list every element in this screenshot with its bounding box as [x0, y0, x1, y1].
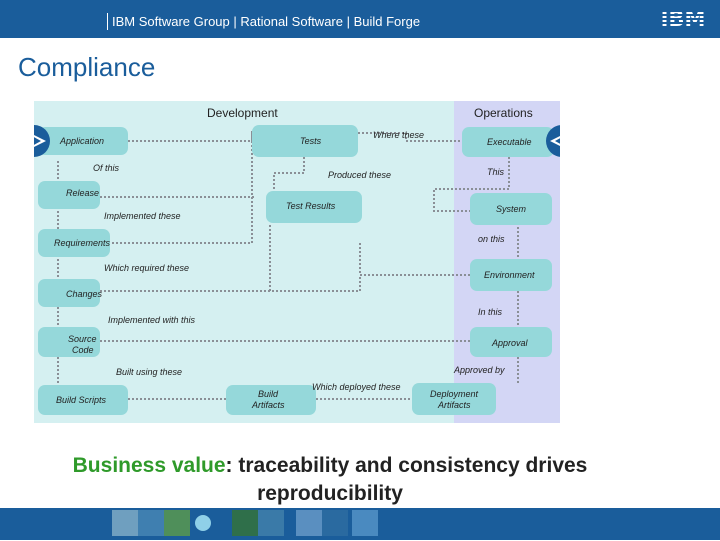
header-breadcrumb: IBM Software Group | Rational Software |… [106, 13, 421, 30]
footer-image-tiles [296, 510, 322, 536]
footer-image-figures [138, 510, 164, 536]
node-environment-label: Environment [484, 270, 535, 280]
edge-label-approved-by: Approved by [454, 365, 505, 375]
node-build-artifacts-label-2: Artifacts [252, 400, 285, 410]
node-deployment-artifacts-label-1: Deployment [430, 389, 479, 399]
node-changes-label: Changes [66, 289, 103, 299]
footer-image-building [322, 510, 348, 536]
node-test-results-label: Test Results [286, 201, 336, 211]
node-release-label: Release [66, 188, 100, 198]
edge-label-produced-these: Produced these [328, 170, 392, 180]
region-development-label: Development [207, 106, 278, 120]
node-requirements-label: Requirements [54, 238, 111, 248]
edge-label-built-using-these: Built using these [116, 367, 183, 377]
region-operations-label: Operations [474, 106, 533, 120]
business-value-text-2: reproducibility [257, 482, 403, 505]
edge-label-which-deployed-these: Which deployed these [312, 382, 401, 392]
node-executable-label: Executable [487, 137, 532, 147]
footer-image-people [112, 510, 138, 536]
node-application-label: Application [60, 136, 105, 146]
edge-label-implemented-with-this: Implemented with this [108, 315, 196, 325]
compliance-diagram: Development Operations Application Tests… [34, 101, 560, 423]
footer-image-city [258, 510, 284, 536]
footer-image-circle [190, 510, 216, 536]
footer-image-sky [352, 510, 378, 536]
edge-label-this: This [487, 167, 505, 177]
edge-label-where-these: Where these [373, 130, 425, 140]
node-deployment-artifacts [412, 383, 496, 415]
node-deployment-artifacts-label-2: Artifacts [438, 400, 471, 410]
node-build-scripts-label: Build Scripts [56, 395, 107, 405]
edge-label-in-this: In this [478, 307, 503, 317]
node-build-artifacts-label-1: Build [258, 389, 279, 399]
edge-label-on-this: on this [478, 234, 505, 244]
footer-image-leaves [164, 510, 190, 536]
edge-label-implemented-these: Implemented these [104, 211, 181, 221]
business-value-label: Business value [72, 454, 226, 477]
header-bar: IBM Software Group | Rational Software |… [0, 0, 720, 38]
business-value-statement: Business value: traceability and consist… [0, 452, 660, 508]
ibm-logo-text: IBM [661, 7, 706, 30]
footer-image-trees [232, 510, 258, 536]
edge-label-of-this: Of this [93, 163, 120, 173]
node-system-label: System [496, 204, 527, 214]
node-tests-label: Tests [300, 136, 322, 146]
page-title: Compliance [18, 52, 156, 82]
node-source-code-label-1: Source [68, 334, 97, 344]
node-source-code-label-2: Code [72, 345, 94, 355]
node-approval-label: Approval [492, 338, 528, 348]
business-value-line-1: Business value: traceability and consist… [0, 452, 660, 480]
business-value-text-1: : traceability and consistency drives [225, 454, 588, 477]
ibm-logo: IBM [661, 7, 706, 30]
edge-label-which-required-these: Which required these [104, 263, 190, 273]
